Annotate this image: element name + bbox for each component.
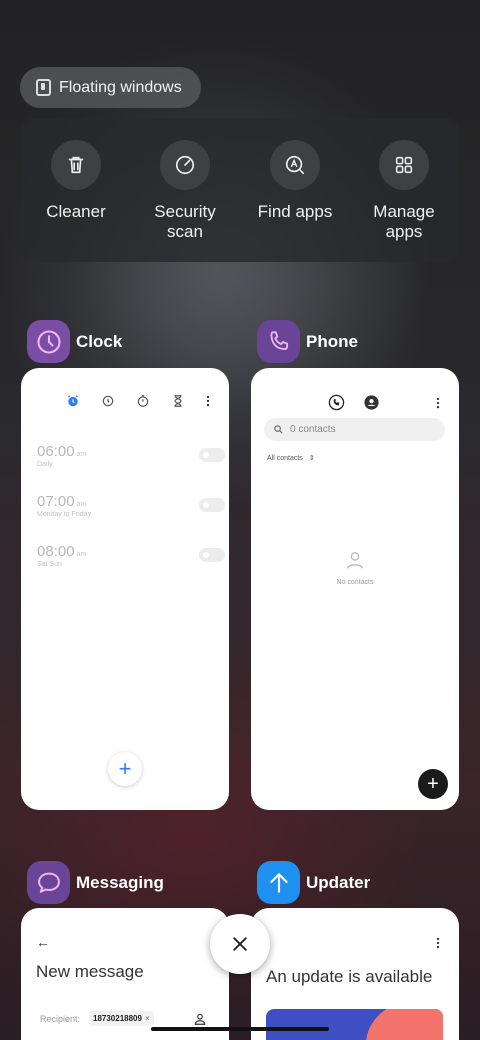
alarm-ampm: am (76, 451, 87, 458)
find-apps-label: Find apps (257, 202, 333, 221)
clock-app-icon (27, 320, 70, 363)
banner-shape (366, 1009, 443, 1040)
phone-app-header[interactable]: Phone (257, 320, 358, 363)
search-icon (274, 425, 283, 434)
messaging-app-icon (27, 861, 70, 904)
alarm-repeat: Sat Sun (37, 561, 62, 568)
manage-apps-label-line2: apps (385, 222, 423, 241)
alarm-time: 08:00 (37, 543, 75, 560)
clock-app-name: Clock (76, 331, 123, 351)
call-tab-icon[interactable] (328, 394, 345, 416)
back-arrow-icon[interactable]: ← (36, 934, 50, 950)
alarm-repeat: Monday to Friday (37, 511, 92, 518)
updater-app-name: Updater (306, 872, 371, 892)
more-options-icon[interactable] (431, 396, 445, 415)
phone-app-name: Phone (306, 331, 358, 351)
grid-icon (395, 156, 413, 174)
empty-contacts-text: No contacts (336, 579, 374, 586)
find-apps-button[interactable]: Find apps (245, 140, 345, 222)
find-apps-icon-circle (270, 140, 320, 190)
security-scan-label-line2: scan (167, 222, 203, 241)
close-icon (233, 937, 247, 951)
message-icon (37, 872, 60, 893)
add-alarm-button[interactable]: + (108, 752, 142, 786)
more-options-icon[interactable] (201, 394, 215, 408)
alarm-time-row: 06:00 am (37, 443, 213, 460)
floating-windows-label: Floating windows (59, 78, 182, 96)
alarm-item[interactable]: 06:00 am Daily (37, 443, 225, 468)
close-all-button[interactable] (210, 914, 270, 974)
alarm-time-row: 07:00 am (37, 493, 213, 510)
updater-app-card[interactable]: An update is available (251, 908, 459, 1040)
update-banner-image (266, 1009, 443, 1040)
phone-icon (269, 330, 288, 350)
security-scan-button[interactable]: Security scan (135, 140, 235, 242)
chevron-updown-icon: ⇕ (308, 455, 315, 462)
messaging-app-card[interactable]: ← New message Recipient: 18730218809 × (21, 908, 229, 1040)
updater-app-header[interactable]: Updater (257, 861, 370, 904)
phone-app-icon (257, 320, 300, 363)
more-options-icon[interactable] (431, 936, 445, 955)
manage-apps-icon-circle (379, 140, 429, 190)
search-placeholder: 0 contacts (290, 424, 336, 435)
timer-tab-icon[interactable] (171, 394, 185, 408)
alarm-toggle[interactable] (199, 448, 225, 462)
contacts-filter-label: All contacts (267, 455, 303, 462)
alarm-ampm: am (76, 551, 87, 558)
home-indicator[interactable] (151, 1027, 329, 1031)
trash-icon (68, 156, 84, 174)
find-apps-icon (285, 155, 305, 175)
updater-app-icon (257, 861, 300, 904)
messaging-app-name: Messaging (76, 872, 164, 892)
alarm-item[interactable]: 08:00 am Sat Sun (37, 543, 225, 568)
alarm-time: 07:00 (37, 493, 75, 510)
update-available-title: An update is available (266, 967, 433, 986)
clock-tab-bar (21, 394, 229, 410)
person-outline-icon (346, 551, 364, 569)
cleaner-button[interactable]: Cleaner (26, 140, 126, 222)
world-clock-tab-icon[interactable] (101, 394, 115, 408)
manage-apps-button[interactable]: Manage apps (354, 140, 454, 242)
contacts-filter-dropdown[interactable]: All contacts ⇕ (267, 454, 315, 462)
recipient-chip[interactable]: 18730218809 × (89, 1011, 154, 1026)
manage-apps-label: Manage apps (354, 202, 454, 242)
security-scan-icon (175, 155, 195, 175)
alarm-toggle[interactable] (199, 548, 225, 562)
contacts-search-input[interactable]: 0 contacts (264, 418, 445, 441)
arrow-up-icon (269, 872, 288, 893)
alarm-tab-icon[interactable] (66, 394, 80, 408)
alarm-toggle[interactable] (199, 498, 225, 512)
recipient-label: Recipient: (40, 1014, 81, 1024)
cleaner-label: Cleaner (46, 202, 106, 221)
security-scan-label: Security scan (135, 202, 235, 242)
security-scan-label-line1: Security (154, 202, 216, 221)
remove-recipient-icon[interactable]: × (145, 1014, 150, 1023)
plus-icon: + (427, 772, 439, 795)
alarm-time-row: 08:00 am (37, 543, 213, 560)
clock-app-header[interactable]: Clock (27, 320, 122, 363)
alarm-repeat: Daily (37, 461, 53, 468)
alarm-time: 06:00 (37, 443, 75, 460)
add-contact-button[interactable]: + (418, 769, 448, 799)
clock-icon (36, 329, 61, 354)
contacts-tab-icon[interactable] (363, 394, 380, 416)
messaging-app-header[interactable]: Messaging (27, 861, 164, 904)
phone-app-card[interactable]: 0 contacts All contacts ⇕ No contacts + (251, 368, 459, 810)
clock-app-card[interactable]: 06:00 am Daily 07:00 am Monday to Friday 0… (21, 368, 229, 810)
quick-actions-panel: Cleaner Security scan Find apps Manage app… (21, 118, 459, 262)
floating-windows-button[interactable]: Floating windows (20, 67, 201, 108)
stopwatch-tab-icon[interactable] (136, 394, 150, 408)
new-message-title: New message (36, 962, 144, 981)
empty-contacts-state: No contacts (251, 549, 459, 586)
security-scan-icon-circle (160, 140, 210, 190)
alarm-ampm: am (76, 501, 87, 508)
cleaner-icon-circle (51, 140, 101, 190)
recipient-number: 18730218809 (93, 1014, 142, 1023)
plus-icon: + (118, 756, 132, 781)
floating-window-icon (36, 79, 51, 96)
alarm-item[interactable]: 07:00 am Monday to Friday (37, 493, 225, 518)
manage-apps-label-line1: Manage (373, 202, 435, 221)
